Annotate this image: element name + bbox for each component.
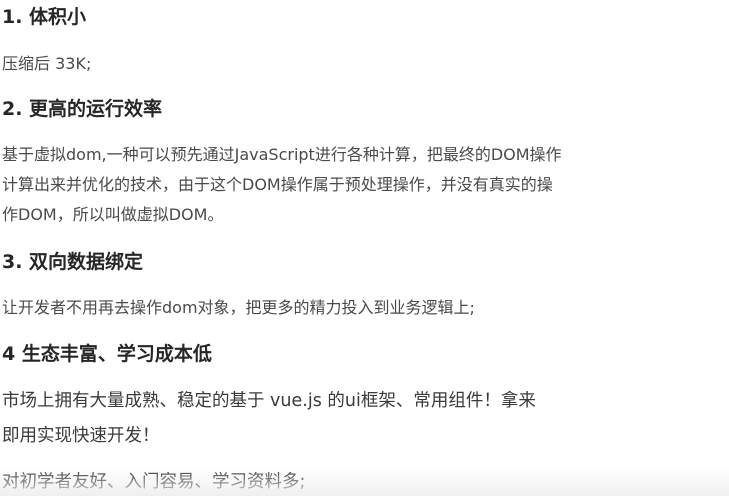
paragraph-line: 基于虚拟dom,一种可以预先通过JavaScript进行各种计算，把最终的DOM… <box>2 145 562 164</box>
section-heading-binding: 3. 双向数据绑定 <box>2 251 144 273</box>
paragraph-line: 市场上拥有大量成熟、稳定的基于 vue.js 的ui框架、常用组件！拿来 <box>2 391 536 411</box>
section-heading-size: 1. 体积小 <box>2 6 87 28</box>
section-paragraph-beginners: 对初学者友好、入门容易、学习资料多; <box>2 465 305 496</box>
paragraph-line: 对初学者友好、入门容易、学习资料多; <box>2 472 306 492</box>
paragraph-line: 即用实现快速开发！ <box>2 426 160 446</box>
section-paragraph-ecosystem: 市场上拥有大量成熟、稳定的基于 vue.js 的ui框架、常用组件！拿来 即用实… <box>2 384 536 454</box>
paragraph-line: 让开发者不用再去操作dom对象，把更多的精力投入到业务逻辑上; <box>2 298 475 317</box>
paragraph-line: 计算出来并优化的技术，由于这个DOM操作属于预处理操作，并没有真实的操 <box>2 175 553 194</box>
section-paragraph-binding: 让开发者不用再去操作dom对象，把更多的精力投入到业务逻辑上; <box>2 293 475 323</box>
document-page: 1. 体积小 压缩后 33K; 2. 更高的运行效率 基于虚拟dom,一种可以预… <box>0 0 729 496</box>
section-paragraph-efficiency: 基于虚拟dom,一种可以预先通过JavaScript进行各种计算，把最终的DOM… <box>2 140 562 230</box>
section-heading-efficiency: 2. 更高的运行效率 <box>2 98 163 120</box>
section-paragraph-size: 压缩后 33K; <box>2 49 91 79</box>
section-heading-ecosystem: 4 生态丰富、学习成本低 <box>2 343 212 365</box>
paragraph-line: 作DOM，所以叫做虚拟DOM。 <box>2 205 224 224</box>
paragraph-line: 压缩后 33K; <box>2 54 92 73</box>
